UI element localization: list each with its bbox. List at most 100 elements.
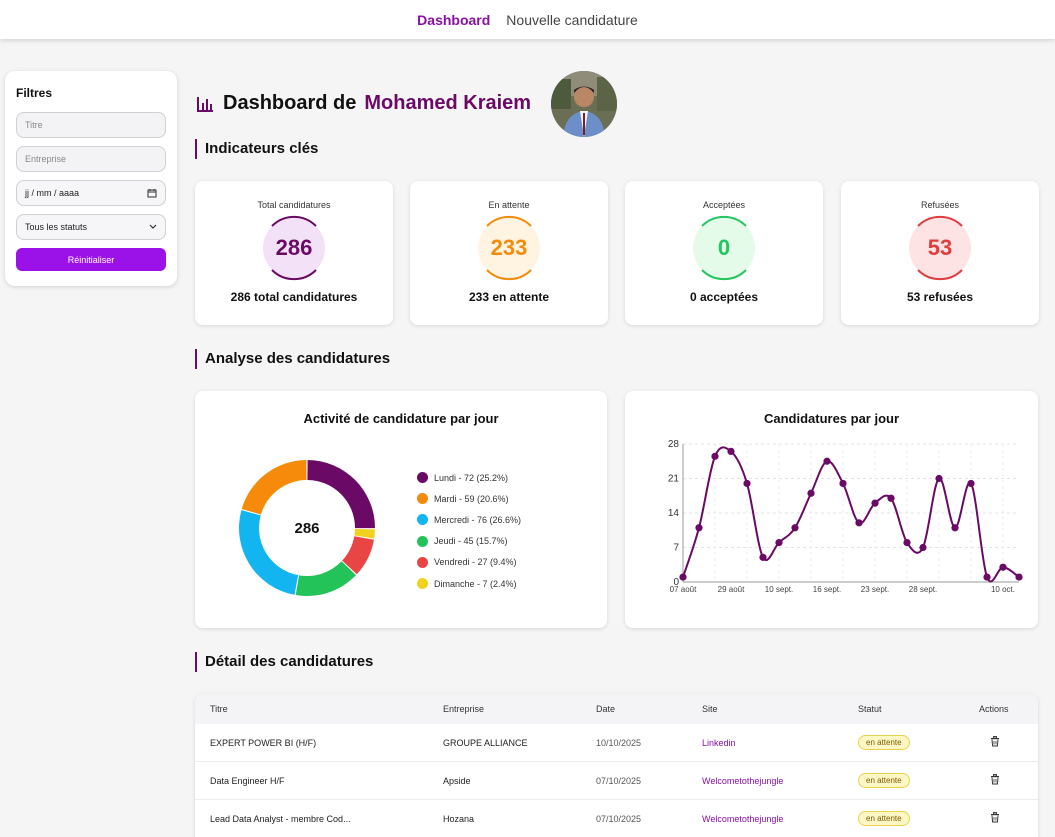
data-point[interactable] [919, 543, 927, 552]
col-header-company[interactable]: Entreprise [443, 704, 484, 714]
donut-slice[interactable] [307, 460, 375, 529]
legend-label: Mardi - 59 (20.6%) [434, 493, 509, 504]
applications-table: Titre Entreprise Date Site Statut Action… [195, 694, 1038, 837]
cell-title: EXPERT POWER BI (H/F) [210, 737, 317, 748]
cell-date: 07/10/2025 [596, 775, 642, 786]
data-point[interactable] [887, 494, 895, 502]
date-placeholder: jj / mm / aaaa [25, 188, 80, 198]
top-nav: Dashboard Nouvelle candidature [0, 0, 1055, 39]
kpi-caption: 53 refusées [906, 290, 974, 304]
x-tick-label: 10 oct. [991, 585, 1015, 594]
donut-chart-card: Activité de candidature par jour 286 Lun… [195, 391, 607, 628]
donut-slice[interactable] [295, 561, 356, 596]
legend-item[interactable]: Mercredi - 76 (26.6%) [417, 509, 521, 530]
data-point[interactable] [903, 538, 911, 547]
col-header-site[interactable]: Site [702, 704, 718, 714]
data-point[interactable] [999, 563, 1007, 571]
data-point[interactable] [743, 479, 751, 488]
col-header-title[interactable]: Titre [210, 704, 228, 714]
x-tick-label: 07 août [670, 585, 697, 594]
legend-label: Lundi - 72 (25.2%) [434, 472, 509, 483]
legend-label: Dimanche - 7 (2.4%) [434, 578, 517, 589]
data-point[interactable] [807, 489, 815, 497]
page-title: Dashboard de Mohamed Kraiem [195, 92, 531, 115]
filters-title: Filtres [16, 86, 53, 100]
data-point[interactable] [935, 474, 943, 483]
trash-icon[interactable] [990, 736, 1000, 749]
y-tick-label: 21 [668, 474, 680, 485]
status-badge: en attente [858, 773, 910, 788]
section-detail-title: Détail des candidatures [195, 652, 373, 672]
data-point[interactable] [967, 479, 975, 488]
series-line [682, 446, 1020, 583]
col-header-date[interactable]: Date [596, 704, 615, 714]
kpi-ring: 233 [476, 215, 542, 281]
table-row[interactable]: Lead Data Analyst - membre Cod... Hozana… [195, 800, 1038, 837]
donut-slice[interactable] [241, 460, 307, 515]
data-point[interactable] [855, 519, 863, 527]
kpi-caption: 286 total candidatures [230, 290, 358, 304]
calendar-icon[interactable] [147, 188, 157, 198]
cell-site-link[interactable]: Welcometothejungle [702, 814, 783, 824]
legend-swatch [417, 472, 428, 484]
data-point[interactable] [775, 538, 783, 547]
kpi-value: 286 [275, 235, 313, 260]
data-point[interactable] [727, 447, 735, 455]
nav-new-application[interactable]: Nouvelle candidature [506, 12, 638, 28]
title-filter-input[interactable]: Titre [16, 112, 166, 138]
data-point[interactable] [1015, 573, 1023, 581]
legend-label: Mercredi - 76 (26.6%) [434, 514, 522, 525]
col-header-status[interactable]: Statut [858, 704, 882, 714]
data-point[interactable] [823, 457, 831, 465]
chevron-down-icon [149, 224, 157, 229]
section-kpi-title: Indicateurs clés [195, 139, 318, 159]
cell-company: Apside [443, 775, 471, 786]
trash-icon[interactable] [990, 774, 1000, 787]
nav-dashboard[interactable]: Dashboard [417, 12, 490, 28]
title-placeholder: Titre [25, 120, 43, 130]
kpi-ring: 53 [907, 215, 973, 281]
cell-date: 10/10/2025 [596, 737, 642, 748]
avatar [551, 71, 617, 137]
kpi-card-accepted: Acceptées 0 0 acceptées [625, 181, 823, 325]
kpi-label: En attente [488, 200, 530, 210]
cell-site-link[interactable]: Linkedin [702, 738, 736, 748]
cell-site-link[interactable]: Welcometothejungle [702, 776, 783, 786]
kpi-label: Acceptées [702, 200, 746, 210]
company-filter-input[interactable]: Entreprise [16, 146, 166, 172]
kpi-value: 233 [490, 235, 528, 260]
x-tick-label: 23 sept. [861, 585, 889, 594]
data-point[interactable] [759, 553, 767, 561]
legend-item[interactable]: Jeudi - 45 (15.7%) [417, 531, 521, 552]
kpi-caption: 233 en attente [468, 290, 550, 304]
y-tick-label: 28 [668, 439, 680, 450]
data-point[interactable] [839, 479, 847, 488]
data-point[interactable] [871, 499, 879, 507]
line-chart: 0714212807 août 29 août 10 sept. 16 sept. 23… [668, 439, 1023, 594]
table-row[interactable]: EXPERT POWER BI (H/F) GROUPE ALLIANCE 10… [195, 724, 1038, 762]
kpi-card-pending: En attente 233 233 en attente [410, 181, 608, 325]
table-row[interactable]: Data Engineer H/F Apside 07/10/2025 Welc… [195, 762, 1038, 800]
status-select[interactable]: Tous les statuts [16, 214, 166, 240]
donut-slice[interactable] [238, 510, 299, 595]
legend-item[interactable]: Mardi - 59 (20.6%) [417, 488, 521, 509]
legend-item[interactable]: Dimanche - 7 (2.4%) [417, 573, 521, 594]
donut-center-label: 286 [294, 520, 319, 537]
trash-icon[interactable] [990, 812, 1000, 825]
data-point[interactable] [951, 524, 959, 532]
data-point[interactable] [695, 524, 703, 532]
kpi-caption: 0 acceptées [689, 290, 759, 304]
data-point[interactable] [983, 573, 991, 581]
legend-item[interactable]: Lundi - 72 (25.2%) [417, 467, 521, 488]
kpi-ring: 0 [691, 215, 757, 281]
legend-swatch [417, 493, 428, 505]
kpi-card-refused: Refusées 53 53 refusées [841, 181, 1039, 325]
data-point[interactable] [679, 573, 687, 581]
legend-item[interactable]: Vendredi - 27 (9.4%) [417, 552, 521, 573]
data-point[interactable] [791, 524, 799, 532]
col-header-actions: Actions [979, 704, 1009, 714]
date-filter-input[interactable]: jj / mm / aaaa [16, 180, 166, 206]
data-point[interactable] [711, 452, 719, 460]
bar-chart-icon [197, 96, 213, 112]
reset-button[interactable]: Réinitialiser [16, 248, 166, 271]
